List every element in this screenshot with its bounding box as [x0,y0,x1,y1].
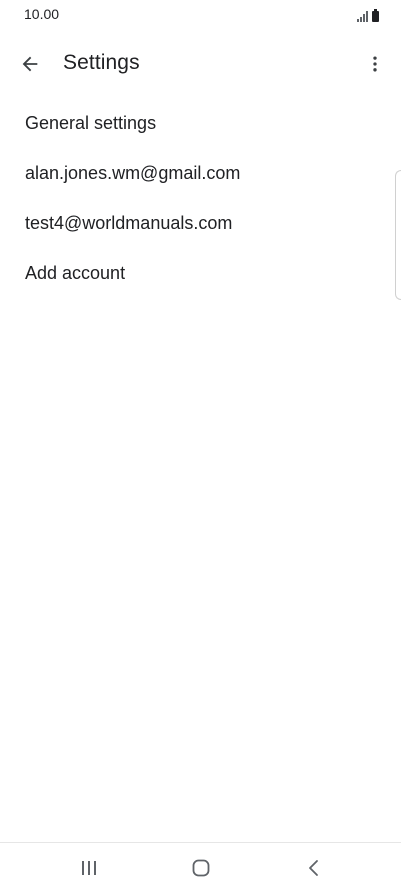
settings-item-account-worldmanuals[interactable]: test4@worldmanuals.com [0,198,401,248]
recents-button[interactable] [59,843,119,893]
home-button[interactable] [171,843,231,893]
back-button[interactable] [10,44,50,84]
scroll-indicator[interactable] [395,170,401,300]
home-icon [192,859,210,877]
settings-item-account-gmail[interactable]: alan.jones.wm@gmail.com [0,148,401,198]
arrow-back-icon [22,56,38,72]
settings-item-label: test4@worldmanuals.com [25,212,233,233]
settings-item-label: alan.jones.wm@gmail.com [25,162,241,183]
status-bar: 10.00 [0,0,401,30]
settings-item-general[interactable]: General settings [0,98,401,148]
back-icon [309,860,318,876]
more-vert-icon [373,56,377,72]
settings-item-label: Add account [25,262,126,283]
app-bar: Settings [0,40,401,88]
recents-icon [82,861,96,875]
navigation-bar [0,842,401,893]
status-time: 10.00 [24,6,60,22]
more-options-button[interactable] [355,44,395,84]
settings-list: General settings alan.jones.wm@gmail.com… [0,98,401,298]
status-icons [357,8,379,22]
nav-back-button[interactable] [284,843,344,893]
settings-item-add-account[interactable]: Add account [0,248,401,298]
settings-item-label: General settings [25,112,157,133]
signal-icon [357,10,368,22]
page-title: Settings [63,51,140,74]
battery-icon [372,9,379,22]
